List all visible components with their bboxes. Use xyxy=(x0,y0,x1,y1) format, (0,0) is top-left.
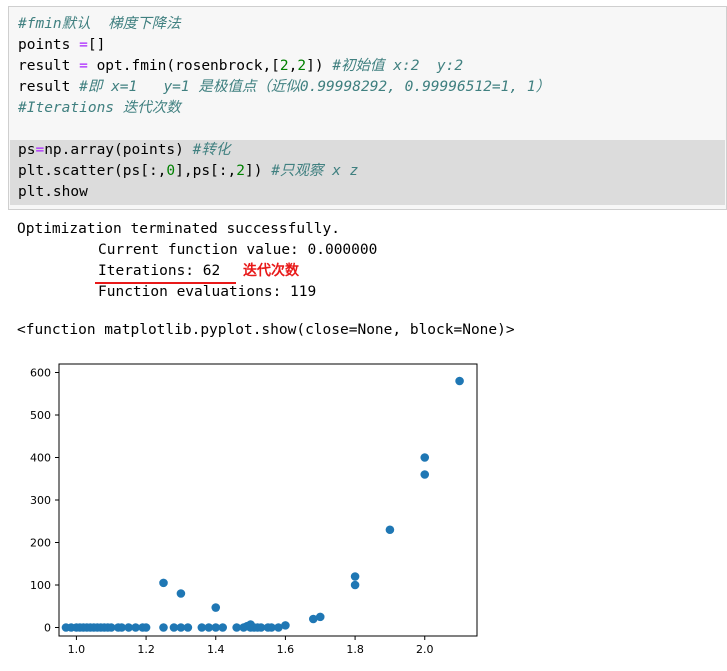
data-point xyxy=(183,623,193,632)
comment: #转化 xyxy=(192,142,231,158)
output-repr: <function matplotlib.pyplot.show(close=N… xyxy=(17,322,515,338)
annotation-label: 迭代次数 xyxy=(243,263,299,279)
comment: #fmin默认 梯度下降法 xyxy=(18,16,181,32)
annotation-underline xyxy=(95,282,236,284)
y-tick-label: 400 xyxy=(30,452,51,465)
code-token: points xyxy=(18,37,80,53)
data-point xyxy=(159,623,168,632)
code-token: ]) xyxy=(306,58,333,74)
x-tick-label: 1.6 xyxy=(277,643,295,656)
code-token: opt.fmin(rosenbrock,[ xyxy=(87,58,280,74)
number: 2 xyxy=(236,163,245,179)
y-tick-label: 100 xyxy=(30,579,51,592)
x-tick-label: 1.4 xyxy=(207,643,225,656)
data-point xyxy=(141,623,151,632)
data-point xyxy=(218,623,228,632)
comment: #即 x=1 y=1 是极值点（近似0.99998292, 0.99996512… xyxy=(79,79,551,95)
operator: = xyxy=(79,58,88,74)
code-line-7: plt.scatter(ps[:,0],ps[:,2]) #只观察 x z xyxy=(18,161,358,182)
code-token: ps xyxy=(18,142,36,158)
data-point xyxy=(455,376,464,386)
code-token: result xyxy=(18,79,80,95)
data-point xyxy=(350,572,360,581)
x-tick-label: 1.8 xyxy=(346,643,364,656)
data-point xyxy=(159,578,168,588)
data-point xyxy=(420,470,430,479)
number: 2 xyxy=(297,58,307,74)
code-token: np.array(points) xyxy=(44,142,193,158)
y-tick-label: 300 xyxy=(30,494,51,507)
output-line-3: Iterations: 62 xyxy=(98,263,221,279)
y-tick-label: 200 xyxy=(30,537,51,550)
x-tick-label: 2.0 xyxy=(416,643,434,656)
data-point xyxy=(176,589,186,598)
code-token: plt.scatter(ps[:, xyxy=(18,163,167,179)
code-line-8: plt.show xyxy=(18,182,88,203)
plot-frame xyxy=(58,363,478,637)
number: 2 xyxy=(279,58,289,74)
comment: #初始值 x:2 y:2 xyxy=(332,58,464,74)
output-line-1: Optimization terminated successfully. xyxy=(17,221,341,237)
output-line-4: Function evaluations: 119 xyxy=(98,284,317,300)
comment: #Iterations 迭代次数 xyxy=(18,100,181,116)
scatter-chart: 1.0 1.2 1.4 1.6 1.8 2.0 0 100 200 300 400 500 600 xyxy=(30,363,478,656)
data-point xyxy=(211,603,221,612)
code-line-4: result #即 x=1 y=1 是极值点（近似0.99998292, 0.9… xyxy=(18,77,550,98)
output-line-2: Current function value: 0.000000 xyxy=(98,242,378,258)
code-line-2: points =[] xyxy=(18,35,105,56)
code-line-6: ps=np.array(points) #转化 xyxy=(18,140,230,161)
operator: = xyxy=(79,37,88,53)
x-tick-label: 1.2 xyxy=(137,643,155,656)
x-tick-label: 1.0 xyxy=(68,643,86,656)
y-tick-label: 0 xyxy=(44,622,51,635)
data-point xyxy=(420,453,430,462)
code-token: ],ps[:, xyxy=(175,163,237,179)
data-point xyxy=(385,525,395,535)
code-line-1: #fmin默认 梯度下降法 xyxy=(18,14,181,35)
code-token: plt.show xyxy=(18,184,88,200)
code-cell[interactable]: #fmin默认 梯度下降法 points =[] result = opt.fm… xyxy=(8,6,727,210)
code-token: result xyxy=(18,58,80,74)
code-token: ]) xyxy=(244,163,272,179)
y-tick-label: 600 xyxy=(30,367,51,380)
code-line-3: result = opt.fmin(rosenbrock,[2,2]) #初始值… xyxy=(18,56,463,77)
number: 0 xyxy=(166,163,176,179)
operator: = xyxy=(35,142,45,158)
comment: #只观察 x z xyxy=(271,163,359,179)
y-tick-label: 500 xyxy=(30,409,51,422)
data-point xyxy=(315,612,325,622)
code-line-5: #Iterations 迭代次数 xyxy=(18,98,181,119)
data-point xyxy=(350,580,360,590)
code-token: [] xyxy=(87,37,106,53)
data-point xyxy=(281,621,290,630)
